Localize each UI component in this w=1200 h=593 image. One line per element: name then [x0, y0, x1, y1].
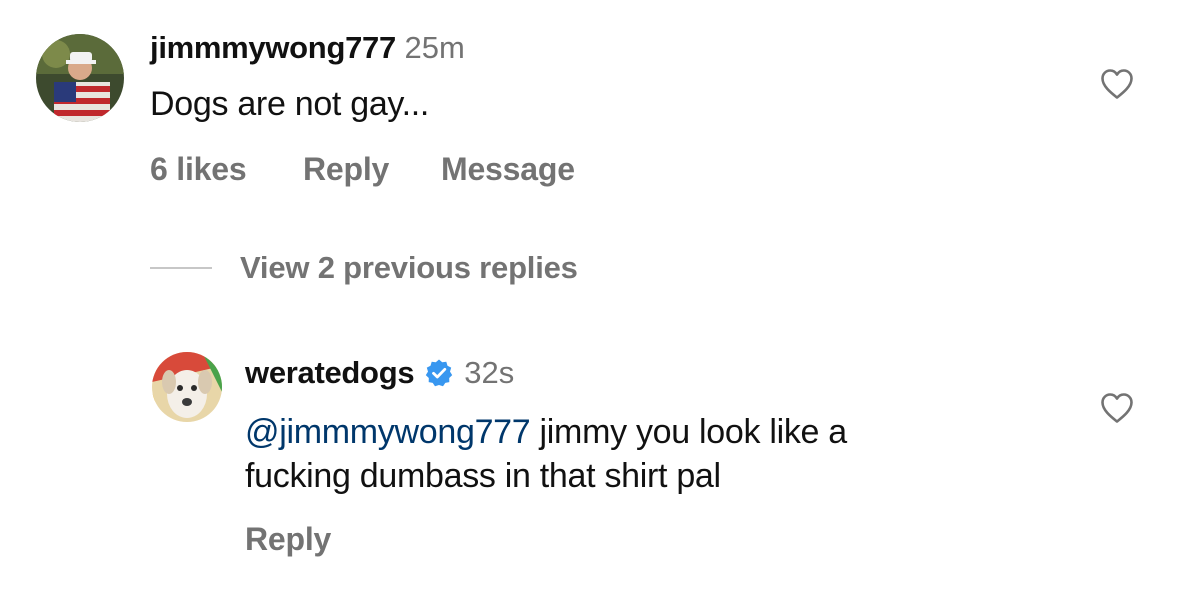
reply-text: @jimmmywong777 jimmy you look like a fuc… — [245, 410, 1065, 498]
reply-header: weratedogs 32s — [245, 355, 514, 391]
heart-outline-icon[interactable] — [1100, 68, 1134, 100]
replies-divider — [150, 267, 212, 269]
comment-likes[interactable]: 6 likes — [150, 151, 247, 188]
reply-reply-button[interactable]: Reply — [245, 521, 331, 558]
comment-time: 25m — [404, 30, 465, 65]
comment-message-button[interactable]: Message — [441, 151, 575, 188]
heart-outline-icon[interactable] — [1100, 392, 1134, 424]
reply-time: 32s — [464, 355, 515, 390]
comment-reply-button[interactable]: Reply — [303, 151, 389, 188]
reply-mention-link[interactable]: @jimmmywong777 — [245, 413, 531, 451]
verified-badge-icon — [424, 358, 454, 388]
comment-header: jimmmywong777 25m — [150, 30, 465, 66]
comment-username[interactable]: jimmmywong777 — [150, 30, 396, 65]
reply-text-line2: fucking dumbass in that shirt pal — [245, 457, 721, 495]
comment-thread: jimmmywong777 25m Dogs are not gay... 6 … — [0, 0, 1200, 593]
avatar-jimmmywong777[interactable] — [36, 34, 124, 122]
view-previous-replies[interactable]: View 2 previous replies — [150, 250, 578, 286]
reply-username[interactable]: weratedogs — [245, 355, 415, 391]
comment-text: Dogs are not gay... — [150, 85, 430, 123]
avatar-weratedogs[interactable] — [152, 352, 222, 422]
reply-text-line1: jimmy you look like a — [530, 413, 848, 451]
view-previous-replies-label[interactable]: View 2 previous replies — [240, 250, 578, 286]
